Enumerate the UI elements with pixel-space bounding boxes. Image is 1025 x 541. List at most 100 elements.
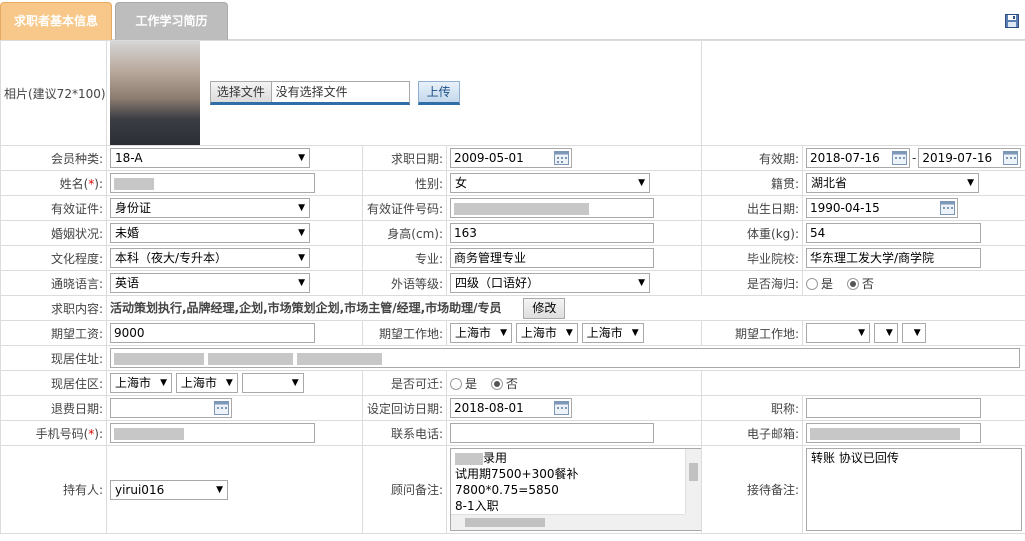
expected-province-select[interactable]: 上海市 ▼ <box>450 323 512 343</box>
choose-file-button[interactable]: 选择文件 <box>210 82 272 102</box>
owner-label: 持有人: <box>0 445 107 534</box>
chevron-down-icon: ▼ <box>638 278 645 288</box>
applicant-form: 相片(建议72*100): 选择文件 没有选择文件 上传 会员种类: 18-A ▼… <box>0 40 1025 534</box>
current-address-input[interactable] <box>110 348 1020 368</box>
title-input[interactable] <box>806 398 981 418</box>
chevron-down-icon: ▼ <box>500 328 507 338</box>
expected-location2-label: 期望工作地: <box>701 320 803 346</box>
blank-cell <box>701 370 1025 396</box>
redacted-text <box>810 427 960 440</box>
expected-salary-input[interactable]: 9000 <box>110 323 315 343</box>
native-place-label: 籍贯: <box>701 170 803 196</box>
current-district-label: 现居住区: <box>0 370 107 396</box>
redacted-text <box>114 352 204 365</box>
returnee-no-label: 否 <box>861 276 874 291</box>
job-date-input[interactable]: 2009-05-01 <box>450 148 572 168</box>
id-type-select[interactable]: 身份证 ▼ <box>110 198 310 218</box>
mobile-label: 手机号码(*): <box>0 420 107 446</box>
language-select[interactable]: 英语 ▼ <box>110 273 310 293</box>
reception-note-textarea[interactable]: 转账 协议已回传 <box>806 448 1022 531</box>
id-type-label: 有效证件: <box>0 195 107 221</box>
relocate-yes-radio[interactable] <box>450 378 462 390</box>
calendar-icon[interactable] <box>554 401 569 415</box>
chevron-down-icon: ▼ <box>565 328 573 338</box>
email-label: 电子邮箱: <box>701 420 803 446</box>
job-content-text: 活动策划执行,品牌经理,企划,市场策划企划,市场主管/经理,市场助理/专员 <box>110 300 502 315</box>
expected2-province-select[interactable]: ▼ <box>806 323 870 343</box>
returnee-yes-radio[interactable] <box>806 278 818 290</box>
birth-date-label: 出生日期: <box>701 195 803 221</box>
birth-date-input[interactable]: 1990-04-15 <box>806 198 958 218</box>
validity-start-input[interactable]: 2018-07-16 <box>806 148 910 168</box>
resize-handle-icon[interactable] <box>685 514 701 530</box>
gender-select[interactable]: 女 ▼ <box>450 173 650 193</box>
redacted-text <box>455 452 483 465</box>
relocate-label: 是否可迁: <box>362 370 447 396</box>
visit-date-input[interactable]: 2018-08-01 <box>450 398 572 418</box>
save-icon[interactable] <box>1005 14 1019 28</box>
current-district-select[interactable]: ▼ <box>241 373 304 393</box>
refund-date-input[interactable] <box>110 398 232 418</box>
expected-district-select[interactable]: 上海市 ▼ <box>581 323 644 343</box>
resize-handle-icon[interactable] <box>1005 514 1021 530</box>
consultant-note-textarea[interactable]: 录用 试用期7500+300餐补 7800*0.75=5850 8-1入职 <box>450 448 701 531</box>
relocate-no-radio[interactable] <box>490 378 503 390</box>
expected2-city-select[interactable]: ▼ <box>873 323 898 343</box>
redacted-text <box>207 352 293 365</box>
language-level-label: 外语等级: <box>362 270 447 296</box>
chevron-down-icon: ▼ <box>298 278 305 288</box>
tab-work-study-resume[interactable]: 工作学习简历 <box>115 2 228 40</box>
horizontal-scrollbar[interactable] <box>451 514 685 530</box>
marital-label: 婚姻状况: <box>0 220 107 246</box>
name-input[interactable] <box>110 173 315 193</box>
chevron-down-icon: ▼ <box>160 378 167 388</box>
vertical-scrollbar[interactable] <box>685 449 701 516</box>
weight-label: 体重(kg): <box>701 220 803 246</box>
phone-input[interactable] <box>450 423 654 443</box>
major-input[interactable]: 商务管理专业 <box>450 248 654 268</box>
calendar-icon[interactable] <box>940 201 955 215</box>
chevron-down-icon: ▼ <box>298 253 305 263</box>
mobile-input[interactable] <box>110 423 315 443</box>
major-label: 专业: <box>362 245 447 271</box>
calendar-icon[interactable] <box>214 401 229 415</box>
visit-date-label: 设定回访日期: <box>362 395 447 421</box>
calendar-icon[interactable] <box>1003 151 1019 165</box>
language-label: 通晓语言: <box>0 270 107 296</box>
redacted-text <box>454 202 589 215</box>
weight-input[interactable]: 54 <box>806 223 981 243</box>
current-address-label: 现居住址: <box>0 345 107 371</box>
job-content-label: 求职内容: <box>0 295 107 321</box>
language-level-select[interactable]: 四级（口语好） ▼ <box>450 273 650 293</box>
returnee-no-radio[interactable] <box>846 278 859 290</box>
photo-label: 相片(建议72*100): <box>0 40 107 146</box>
current-province-select[interactable]: 上海市 ▼ <box>110 373 172 393</box>
expected-city-select[interactable]: 上海市 ▼ <box>515 323 578 343</box>
height-input[interactable]: 163 <box>450 223 654 243</box>
consultant-note-label: 顾问备注: <box>362 445 447 534</box>
calendar-icon[interactable] <box>554 151 569 165</box>
no-file-text: 没有选择文件 <box>275 85 348 99</box>
upload-button[interactable]: 上传 <box>417 81 460 105</box>
current-city-select[interactable]: 上海市 ▼ <box>175 373 238 393</box>
redacted-text <box>296 352 382 365</box>
marital-select[interactable]: 未婚 ▼ <box>110 223 310 243</box>
native-place-select[interactable]: 湖北省 ▼ <box>806 173 979 193</box>
school-input[interactable]: 华东理工发大学/商学院 <box>806 248 981 268</box>
chevron-down-icon: ▼ <box>298 203 305 213</box>
education-select[interactable]: 本科（夜大/专升本） ▼ <box>110 248 310 268</box>
validity-end-input[interactable]: 2019-07-16 <box>918 148 1022 168</box>
id-number-input[interactable] <box>450 198 654 218</box>
calendar-icon[interactable] <box>892 151 907 165</box>
edit-job-content-button[interactable]: 修改 <box>523 297 566 319</box>
member-type-select[interactable]: 18-A ▼ <box>110 148 310 168</box>
member-type-label: 会员种类: <box>0 145 107 171</box>
tab-basic-info[interactable]: 求职者基本信息 <box>0 2 112 40</box>
email-input[interactable] <box>806 423 981 443</box>
owner-select[interactable]: yirui016 ▼ <box>110 479 228 500</box>
expected2-district-select[interactable]: ▼ <box>901 323 926 343</box>
applicant-photo <box>110 41 200 145</box>
chevron-down-icon: ▼ <box>291 378 299 388</box>
file-picker[interactable]: 选择文件 没有选择文件 <box>209 81 410 105</box>
school-label: 毕业院校: <box>701 245 803 271</box>
